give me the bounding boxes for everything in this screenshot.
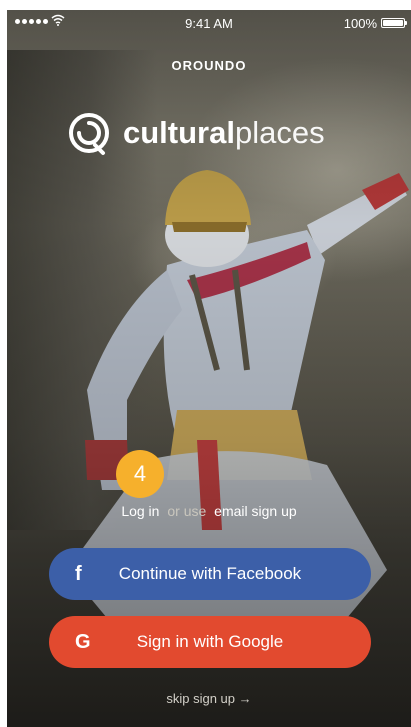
skip-signup-label: skip sign up	[166, 691, 236, 706]
google-icon: G	[75, 630, 91, 653]
google-button-label: Sign in with Google	[136, 632, 284, 651]
email-signup-link[interactable]: email sign up	[214, 503, 297, 519]
step-badge: 4	[116, 450, 164, 498]
google-button[interactable]: G Sign in with Google	[49, 616, 371, 668]
facebook-button[interactable]: f Continue with Facebook	[49, 548, 371, 600]
battery-icon	[381, 18, 407, 28]
skip-signup-link[interactable]: skip sign up →	[7, 691, 411, 706]
facebook-icon: f	[75, 562, 82, 585]
facebook-button-label: Continue with Facebook	[118, 564, 302, 583]
auth-options: Log in or use email sign up	[7, 503, 411, 519]
login-screen: 9:41 AM 100% OROUNDO cultural places 4 L…	[7, 10, 411, 727]
status-bar: 9:41 AM 100%	[7, 10, 411, 38]
app-logo: cultural places	[65, 108, 325, 158]
app-name-light: places	[234, 115, 325, 150]
or-use-text: or use	[167, 503, 207, 519]
culturalplaces-logo-icon	[69, 113, 109, 155]
login-link[interactable]: Log in	[121, 503, 159, 519]
battery-percentage: 100%	[343, 16, 377, 31]
publisher-logo: OROUNDO	[171, 58, 247, 73]
app-name-bold: cultural	[123, 115, 235, 150]
arrow-right-icon: →	[238, 691, 252, 706]
